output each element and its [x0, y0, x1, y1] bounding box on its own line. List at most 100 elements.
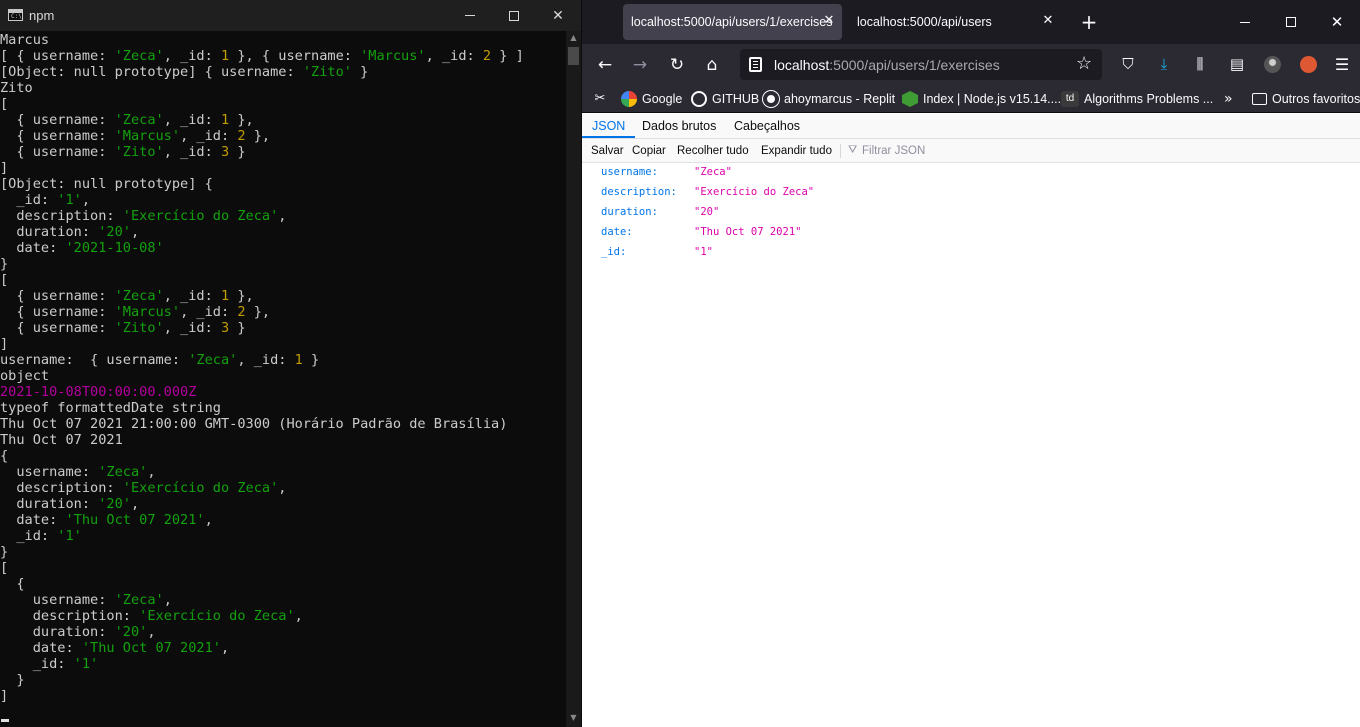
- copy-button[interactable]: Copiar: [632, 143, 666, 159]
- scroll-down-icon[interactable]: ▼: [566, 713, 581, 725]
- bookmark-label: ahoymarcus - Replit: [784, 92, 896, 106]
- browser-minimize-button[interactable]: [1222, 0, 1268, 44]
- forward-arrow-icon[interactable]: →: [626, 51, 654, 79]
- json-row[interactable]: _id: "1": [582, 243, 1360, 263]
- terminal-maximize-button[interactable]: [492, 0, 536, 31]
- json-value: "1": [694, 246, 713, 258]
- terminal-text-segment: 1: [220, 288, 230, 304]
- bookmarks-overflow-chevron-icon[interactable]: »: [1224, 90, 1233, 108]
- tab-close-icon[interactable]: ✕: [1040, 13, 1056, 29]
- terminal-text-segment: }: [302, 352, 320, 368]
- terminal-text-segment: 3: [220, 320, 230, 336]
- tab-strip[interactable]: localhost:5000/api/users/1/exercises ✕ l…: [582, 0, 1360, 44]
- bookmark-label: Google: [642, 92, 683, 106]
- bookmark-replit[interactable]: ahoymarcus - Replit: [763, 90, 895, 108]
- terminal-titlebar[interactable]: C:\ npm ✕: [0, 0, 581, 31]
- terminal-cursor: [1, 719, 9, 722]
- terminal-text-segment: '1': [57, 528, 82, 544]
- terminal-text-segment: , _id:: [180, 304, 238, 320]
- sidebar-icon[interactable]: ▤: [1225, 52, 1249, 76]
- terminal-output[interactable]: Marcus[ { username: 'Zeca', _id: 1 }, { …: [0, 31, 566, 727]
- bookmark-algorithms[interactable]: td Algorithms Problems ...: [1061, 90, 1213, 108]
- save-button[interactable]: Salvar: [591, 143, 624, 159]
- bookmark-label: GITHUB: [712, 92, 760, 106]
- hamburger-menu-icon[interactable]: ☰: [1330, 52, 1354, 76]
- json-key: username:: [601, 166, 658, 178]
- download-icon[interactable]: ⤓: [1152, 52, 1176, 76]
- bookmark-github[interactable]: GITHUB: [691, 90, 759, 108]
- json-key: duration:: [601, 206, 658, 218]
- url-path: :5000/api/users/1/exercises: [829, 57, 1000, 73]
- home-icon[interactable]: ⌂: [698, 51, 726, 79]
- terminal-line: { username: 'Zito', _id: 3 }: [0, 320, 245, 336]
- terminal-text-segment: 'Zeca': [188, 352, 238, 368]
- new-tab-plus-icon[interactable]: +: [1079, 12, 1099, 32]
- bookmark-google[interactable]: Google: [621, 90, 682, 108]
- expand-all-button[interactable]: Expandir tudo: [761, 143, 832, 159]
- terminal-text-segment: 2: [237, 128, 246, 144]
- terminal-close-button[interactable]: ✕: [536, 0, 580, 31]
- bookmark-nodejs[interactable]: Index | Node.js v15.14....: [902, 90, 1061, 108]
- browser-window[interactable]: localhost:5000/api/users/1/exercises ✕ l…: [582, 0, 1360, 727]
- terminal-text-segment: 1: [220, 48, 230, 64]
- terminal-text-segment: { username:: [0, 304, 115, 320]
- bookmark-tools[interactable]: ✂: [592, 90, 613, 108]
- reload-icon[interactable]: ↻: [663, 51, 691, 79]
- terminal-icon-text: C:\: [11, 13, 22, 20]
- terminal-line: username: 'Zeca',: [0, 592, 172, 608]
- navigation-toolbar: ← → ↻ ⌂ localhost:5000/api/users/1/exerc…: [582, 44, 1360, 85]
- back-arrow-icon[interactable]: ←: [591, 51, 619, 79]
- json-key: description:: [601, 186, 677, 198]
- terminal-text-segment: ]: [0, 160, 9, 176]
- terminal-text-segment: , _id:: [163, 320, 221, 336]
- json-row[interactable]: date: "Thu Oct 07 2021": [582, 223, 1360, 243]
- tab-users[interactable]: localhost:5000/api/users ✕: [847, 4, 1061, 40]
- json-viewer-tabs: JSON Dados brutos Cabeçalhos: [582, 114, 1360, 139]
- terminal-minimize-button[interactable]: [448, 0, 492, 31]
- terminal-text-segment: '2021-10-08': [65, 240, 164, 256]
- tab-raw-data[interactable]: Dados brutos: [632, 114, 726, 138]
- browser-maximize-button[interactable]: [1268, 0, 1314, 44]
- json-row[interactable]: duration: "20": [582, 203, 1360, 223]
- terminal-line: 2021-10-08T00:00:00.000Z: [0, 384, 196, 400]
- page-info-icon[interactable]: [749, 57, 762, 72]
- scroll-up-icon[interactable]: ▲: [566, 33, 581, 45]
- terminal-text-segment: 'Zito': [114, 144, 164, 160]
- terminal-text-segment: username: { username:: [0, 352, 189, 368]
- terminal-title: npm: [29, 8, 55, 23]
- terminal-text-segment: , _id:: [180, 128, 238, 144]
- tab-exercises[interactable]: localhost:5000/api/users/1/exercises ✕: [623, 4, 842, 40]
- bookmark-other-folder[interactable]: Outros favoritos: [1252, 90, 1360, 108]
- pocket-icon[interactable]: ⛉: [1116, 52, 1140, 76]
- terminal-text-segment: } ]: [491, 48, 524, 64]
- terminal-text-segment: 'Thu Oct 07 2021': [81, 640, 221, 656]
- terminal-window[interactable]: C:\ npm ✕ Marcus[ { username: 'Zeca', _i…: [0, 0, 581, 727]
- account-avatar-icon[interactable]: [1260, 52, 1284, 76]
- terminal-text-segment: duration:: [0, 224, 99, 240]
- library-icon[interactable]: ⫼: [1188, 52, 1212, 76]
- nodejs-icon: [902, 91, 918, 107]
- tab-close-icon[interactable]: ✕: [821, 13, 837, 29]
- terminal-scrollbar[interactable]: ▲ ▼: [566, 31, 581, 727]
- json-row[interactable]: username: "Zeca": [582, 163, 1360, 183]
- terminal-line: [: [0, 560, 8, 576]
- terminal-text-segment: 'Zeca': [114, 592, 164, 608]
- duckduckgo-extension-icon[interactable]: [1296, 52, 1320, 76]
- bookmark-star-icon[interactable]: ☆: [1076, 53, 1092, 74]
- browser-close-button[interactable]: ✕: [1314, 0, 1360, 44]
- terminal-line: description: 'Exercício do Zeca',: [0, 480, 286, 496]
- terminal-text-segment: 'Zeca': [114, 288, 164, 304]
- tab-json[interactable]: JSON: [582, 114, 636, 138]
- collapse-all-button[interactable]: Recolher tudo: [677, 143, 749, 159]
- folder-icon: [1252, 93, 1267, 105]
- url-bar[interactable]: localhost:5000/api/users/1/exercises ☆: [740, 49, 1102, 80]
- terminal-line: username: { username: 'Zeca', _id: 1 }: [0, 352, 319, 368]
- terminal-scrollbar-thumb[interactable]: [568, 47, 579, 65]
- url-text[interactable]: localhost:5000/api/users/1/exercises: [774, 57, 1000, 73]
- terminal-line: { username: 'Zeca', _id: 1 },: [0, 288, 253, 304]
- terminal-text-segment: [Object: null prototype] { username:: [0, 64, 303, 80]
- terminal-text-segment: 'Exercício do Zeca': [122, 208, 279, 224]
- filter-json-input[interactable]: [862, 142, 1062, 160]
- json-row[interactable]: description: "Exercício do Zeca": [582, 183, 1360, 203]
- tab-headers[interactable]: Cabeçalhos: [724, 114, 810, 138]
